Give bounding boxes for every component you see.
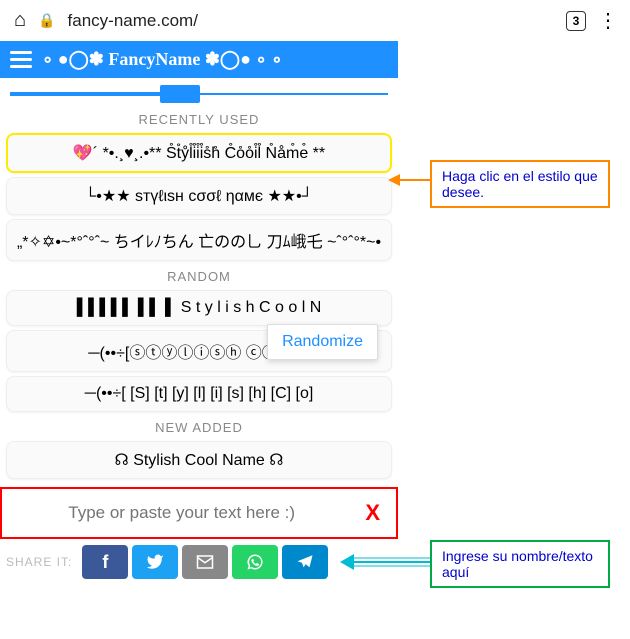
callout-style: Haga clic en el estilo que desee. [430,160,610,208]
lock-icon: 🔒 [38,12,55,29]
arrow-icon [388,170,434,195]
whatsapp-icon [246,553,264,571]
browser-address-bar: ⌂ 🔒 fancy-name.com/ 3 ⋮ [0,0,630,41]
share-twitter-button[interactable] [132,545,178,579]
style-option[interactable]: ─(••÷[ [S] [t] [y] [l] [i] [s] [h] [C] [… [6,376,392,412]
tab-count-badge[interactable]: 3 [566,11,586,31]
style-option[interactable]: ☊ Stylish Cool Name ☊ [6,441,392,479]
section-random: RANDOM [0,263,398,288]
style-option[interactable]: 💖´ *•.¸♥¸.•** S̊t̊ẙl̊i̊i̊i̊s̊h̊ C̊o̊o̊i̊… [6,133,392,173]
style-option[interactable]: └•★★ sтүℓιsн cσσℓ ηαмє ★★•┘ [6,177,392,215]
style-option[interactable]: ▌▌▌▌▌ ▌▌ ▌ S t y l i s h C o o l N [6,290,392,326]
style-slider[interactable] [10,84,388,104]
section-recently-used: RECENTLY USED [0,106,398,131]
email-icon [196,553,214,571]
share-telegram-button[interactable] [282,545,328,579]
callout-input: Ingrese su nombre/texto aquí [430,540,610,588]
app-header: ∘ ●◯✽ FancyName ✽◯● ∘ ∘ [0,41,398,78]
twitter-icon [146,553,164,571]
randomize-button[interactable]: Randomize [267,324,378,360]
text-input[interactable] [8,493,355,533]
kebab-menu-icon[interactable]: ⋮ [598,8,616,33]
hamburger-menu-icon[interactable] [10,51,32,68]
url-text[interactable]: fancy-name.com/ [68,11,198,31]
telegram-icon [296,553,314,571]
home-icon[interactable]: ⌂ [14,9,26,32]
text-input-row: X [0,487,398,539]
share-row: SHARE IT: f [0,539,398,579]
section-new-added: NEW ADDED [0,414,398,439]
clear-input-button[interactable]: X [355,500,390,526]
slider-thumb[interactable] [160,85,200,103]
share-whatsapp-button[interactable] [232,545,278,579]
style-option[interactable]: „*✧✡•~*°ˆ°ˆ~ ちイﾚﾉちん 亡のの乚 刀ﾑ峨乇 ~ˆ°ˆ°*~• [6,219,392,261]
share-facebook-button[interactable]: f [82,545,128,579]
share-label: SHARE IT: [6,555,72,569]
app-title: ∘ ●◯✽ FancyName ✽◯● ∘ ∘ [42,49,282,70]
arrow-icon [340,552,434,577]
share-email-button[interactable] [182,545,228,579]
style-slider-row [0,78,398,106]
